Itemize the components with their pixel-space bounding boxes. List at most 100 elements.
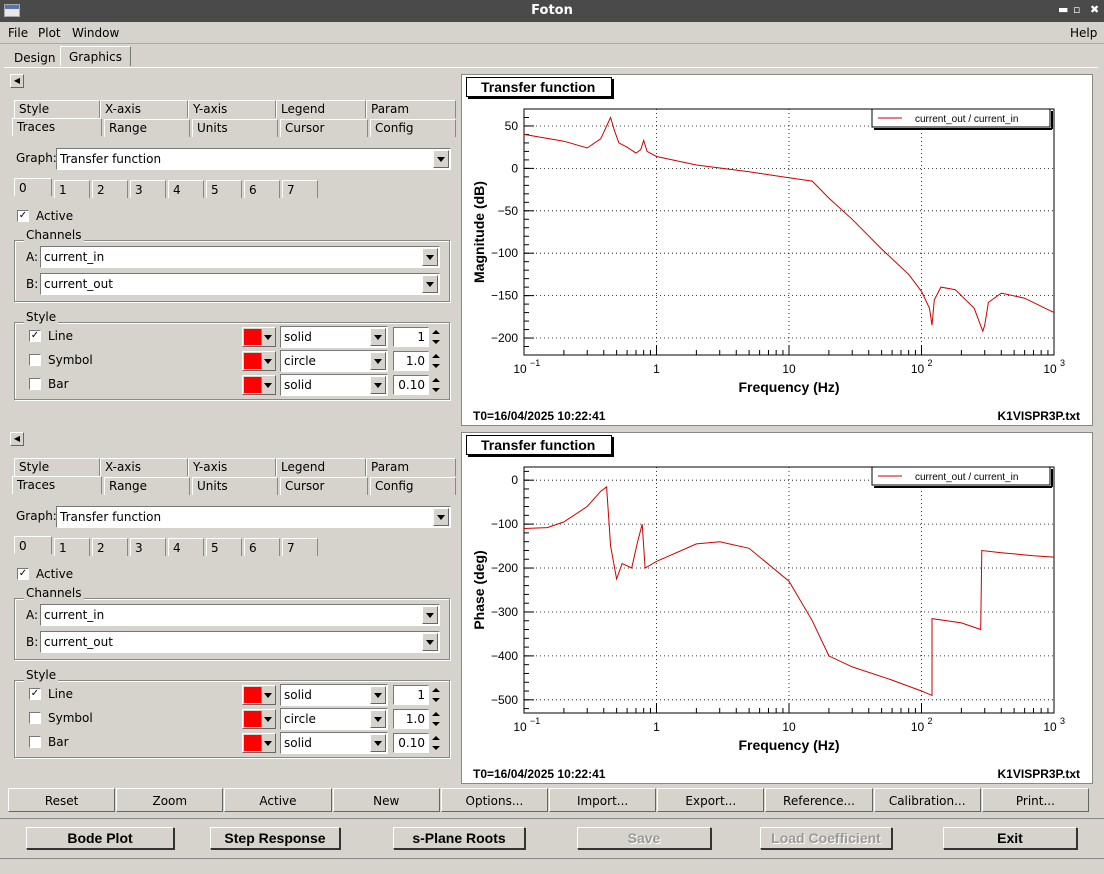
bar-width-spinner[interactable]: 0.10	[393, 733, 441, 753]
line-color-picker[interactable]	[242, 327, 276, 347]
trace-tab-5[interactable]: 5	[206, 180, 242, 198]
bar-width-spinner[interactable]: 0.10	[393, 375, 441, 395]
step-response-button[interactable]: Step Response	[210, 827, 340, 849]
menu-plot[interactable]: Plot	[38, 26, 61, 40]
graph-select[interactable]: Transfer function	[56, 148, 451, 170]
spin-up-icon[interactable]	[430, 709, 441, 719]
spin-up-icon[interactable]	[430, 685, 441, 695]
tab-style[interactable]: Style	[14, 100, 100, 118]
chevron-down-icon[interactable]	[370, 686, 386, 704]
spin-down-icon[interactable]	[430, 743, 441, 753]
trace-tab-6[interactable]: 6	[244, 538, 280, 556]
line-color-picker[interactable]	[242, 685, 276, 705]
toolbar-button-calibration[interactable]: Calibration...	[873, 788, 981, 812]
tab-graphics[interactable]: Graphics	[60, 46, 131, 66]
line-style-select[interactable]: solid	[280, 326, 388, 348]
magnitude-plot-panel[interactable]: Transfer function 50 0 −50 −100 −150 −200 10 −1…	[461, 74, 1093, 426]
spin-down-icon[interactable]	[430, 337, 441, 347]
trace-tab-0[interactable]: 0	[14, 178, 52, 196]
chevron-down-icon[interactable]	[422, 606, 438, 624]
tab-traces[interactable]: Traces	[12, 118, 102, 136]
symbol-style-select[interactable]: circle	[280, 350, 388, 372]
line-width-value[interactable]: 1	[393, 327, 429, 347]
trace-tab-1[interactable]: 1	[54, 538, 90, 556]
bar-color-picker[interactable]	[242, 733, 276, 753]
menu-window[interactable]: Window	[72, 26, 119, 40]
tab-range[interactable]: Range	[104, 477, 190, 495]
tab-x-axis[interactable]: X-axis	[100, 100, 188, 118]
trace-tab-3[interactable]: 3	[130, 180, 166, 198]
bar-style-select[interactable]: solid	[280, 732, 388, 754]
tab-style[interactable]: Style	[14, 458, 100, 476]
line-checkbox[interactable]: ✓	[29, 688, 41, 700]
spin-up-icon[interactable]	[430, 375, 441, 385]
chevron-down-icon[interactable]	[261, 711, 274, 727]
toolbar-button-export[interactable]: Export...	[657, 788, 765, 812]
symbol-color-picker[interactable]	[242, 351, 276, 371]
symbol-size-value[interactable]: 1.0	[393, 709, 429, 729]
graph-select[interactable]: Transfer function	[56, 506, 451, 528]
tab-x-axis[interactable]: X-axis	[100, 458, 188, 476]
toolbar-button-reference[interactable]: Reference...	[765, 788, 873, 812]
collapse-arrow-icon[interactable]: ◀	[10, 432, 24, 446]
bode-plot-button[interactable]: Bode Plot	[26, 827, 174, 849]
chevron-down-icon[interactable]	[422, 275, 438, 293]
tab-design[interactable]: Design	[6, 48, 63, 68]
load-coefficient-button[interactable]: Load Coefficient	[760, 827, 892, 849]
tab-units[interactable]: Units	[192, 477, 278, 495]
symbol-size-value[interactable]: 1.0	[393, 351, 429, 371]
chevron-down-icon[interactable]	[261, 353, 274, 369]
chevron-down-icon[interactable]	[370, 710, 386, 728]
bar-checkbox[interactable]	[29, 736, 41, 748]
active-checkbox[interactable]: ✓	[17, 568, 29, 580]
phase-plot-panel[interactable]: Transfer function 0 −100 −200 −300 −400 −500 1…	[461, 432, 1093, 784]
line-width-spinner[interactable]: 1	[393, 685, 441, 705]
trace-tab-2[interactable]: 2	[92, 180, 128, 198]
spin-down-icon[interactable]	[430, 385, 441, 395]
exit-button[interactable]: Exit	[943, 827, 1077, 849]
spin-down-icon[interactable]	[430, 361, 441, 371]
spin-down-icon[interactable]	[430, 719, 441, 729]
symbol-size-spinner[interactable]: 1.0	[393, 709, 441, 729]
trace-tab-4[interactable]: 4	[168, 538, 204, 556]
chevron-down-icon[interactable]	[261, 735, 274, 751]
tab-y-axis[interactable]: Y-axis	[188, 458, 276, 476]
toolbar-button-new[interactable]: New	[332, 788, 440, 812]
channel-a-select[interactable]: current_in	[40, 246, 440, 268]
symbol-size-spinner[interactable]: 1.0	[393, 351, 441, 371]
toolbar-button-reset[interactable]: Reset	[8, 788, 116, 812]
chevron-down-icon[interactable]	[433, 508, 449, 526]
trace-tab-7[interactable]: 7	[282, 538, 318, 556]
symbol-style-select[interactable]: circle	[280, 708, 388, 730]
chevron-down-icon[interactable]	[261, 687, 274, 703]
tab-legend[interactable]: Legend	[276, 458, 366, 476]
tab-config[interactable]: Config	[370, 119, 456, 137]
trace-tab-7[interactable]: 7	[282, 180, 318, 198]
tab-legend[interactable]: Legend	[276, 100, 366, 118]
chevron-down-icon[interactable]	[433, 150, 449, 168]
trace-tab-1[interactable]: 1	[54, 180, 90, 198]
trace-tab-3[interactable]: 3	[130, 538, 166, 556]
toolbar-button-active[interactable]: Active	[224, 788, 332, 812]
tab-range[interactable]: Range	[104, 119, 190, 137]
maximize-icon[interactable]: ▫	[1073, 3, 1080, 16]
chevron-down-icon[interactable]	[422, 633, 438, 651]
tab-config[interactable]: Config	[370, 477, 456, 495]
bar-width-value[interactable]: 0.10	[393, 733, 429, 753]
tab-param[interactable]: Param	[366, 100, 456, 118]
chevron-down-icon[interactable]	[261, 329, 274, 345]
s-plane-roots-button[interactable]: s-Plane Roots	[393, 827, 525, 849]
tab-traces[interactable]: Traces	[12, 476, 102, 494]
active-checkbox[interactable]: ✓	[17, 210, 29, 222]
save-button[interactable]: Save	[577, 827, 711, 849]
spin-up-icon[interactable]	[430, 351, 441, 361]
tab-cursor[interactable]: Cursor	[280, 477, 368, 495]
phase-chart[interactable]: 0−100−200−300−400−50010 −1 1 10 10 2 10 3Freque…	[462, 457, 1092, 767]
close-icon[interactable]: ✖	[1090, 3, 1099, 16]
menu-help[interactable]: Help	[1070, 26, 1097, 40]
toolbar-button-import[interactable]: Import...	[549, 788, 657, 812]
chevron-down-icon[interactable]	[422, 248, 438, 266]
chevron-down-icon[interactable]	[261, 377, 274, 393]
minimize-icon[interactable]: ▬	[1058, 3, 1068, 16]
chevron-down-icon[interactable]	[370, 376, 386, 394]
